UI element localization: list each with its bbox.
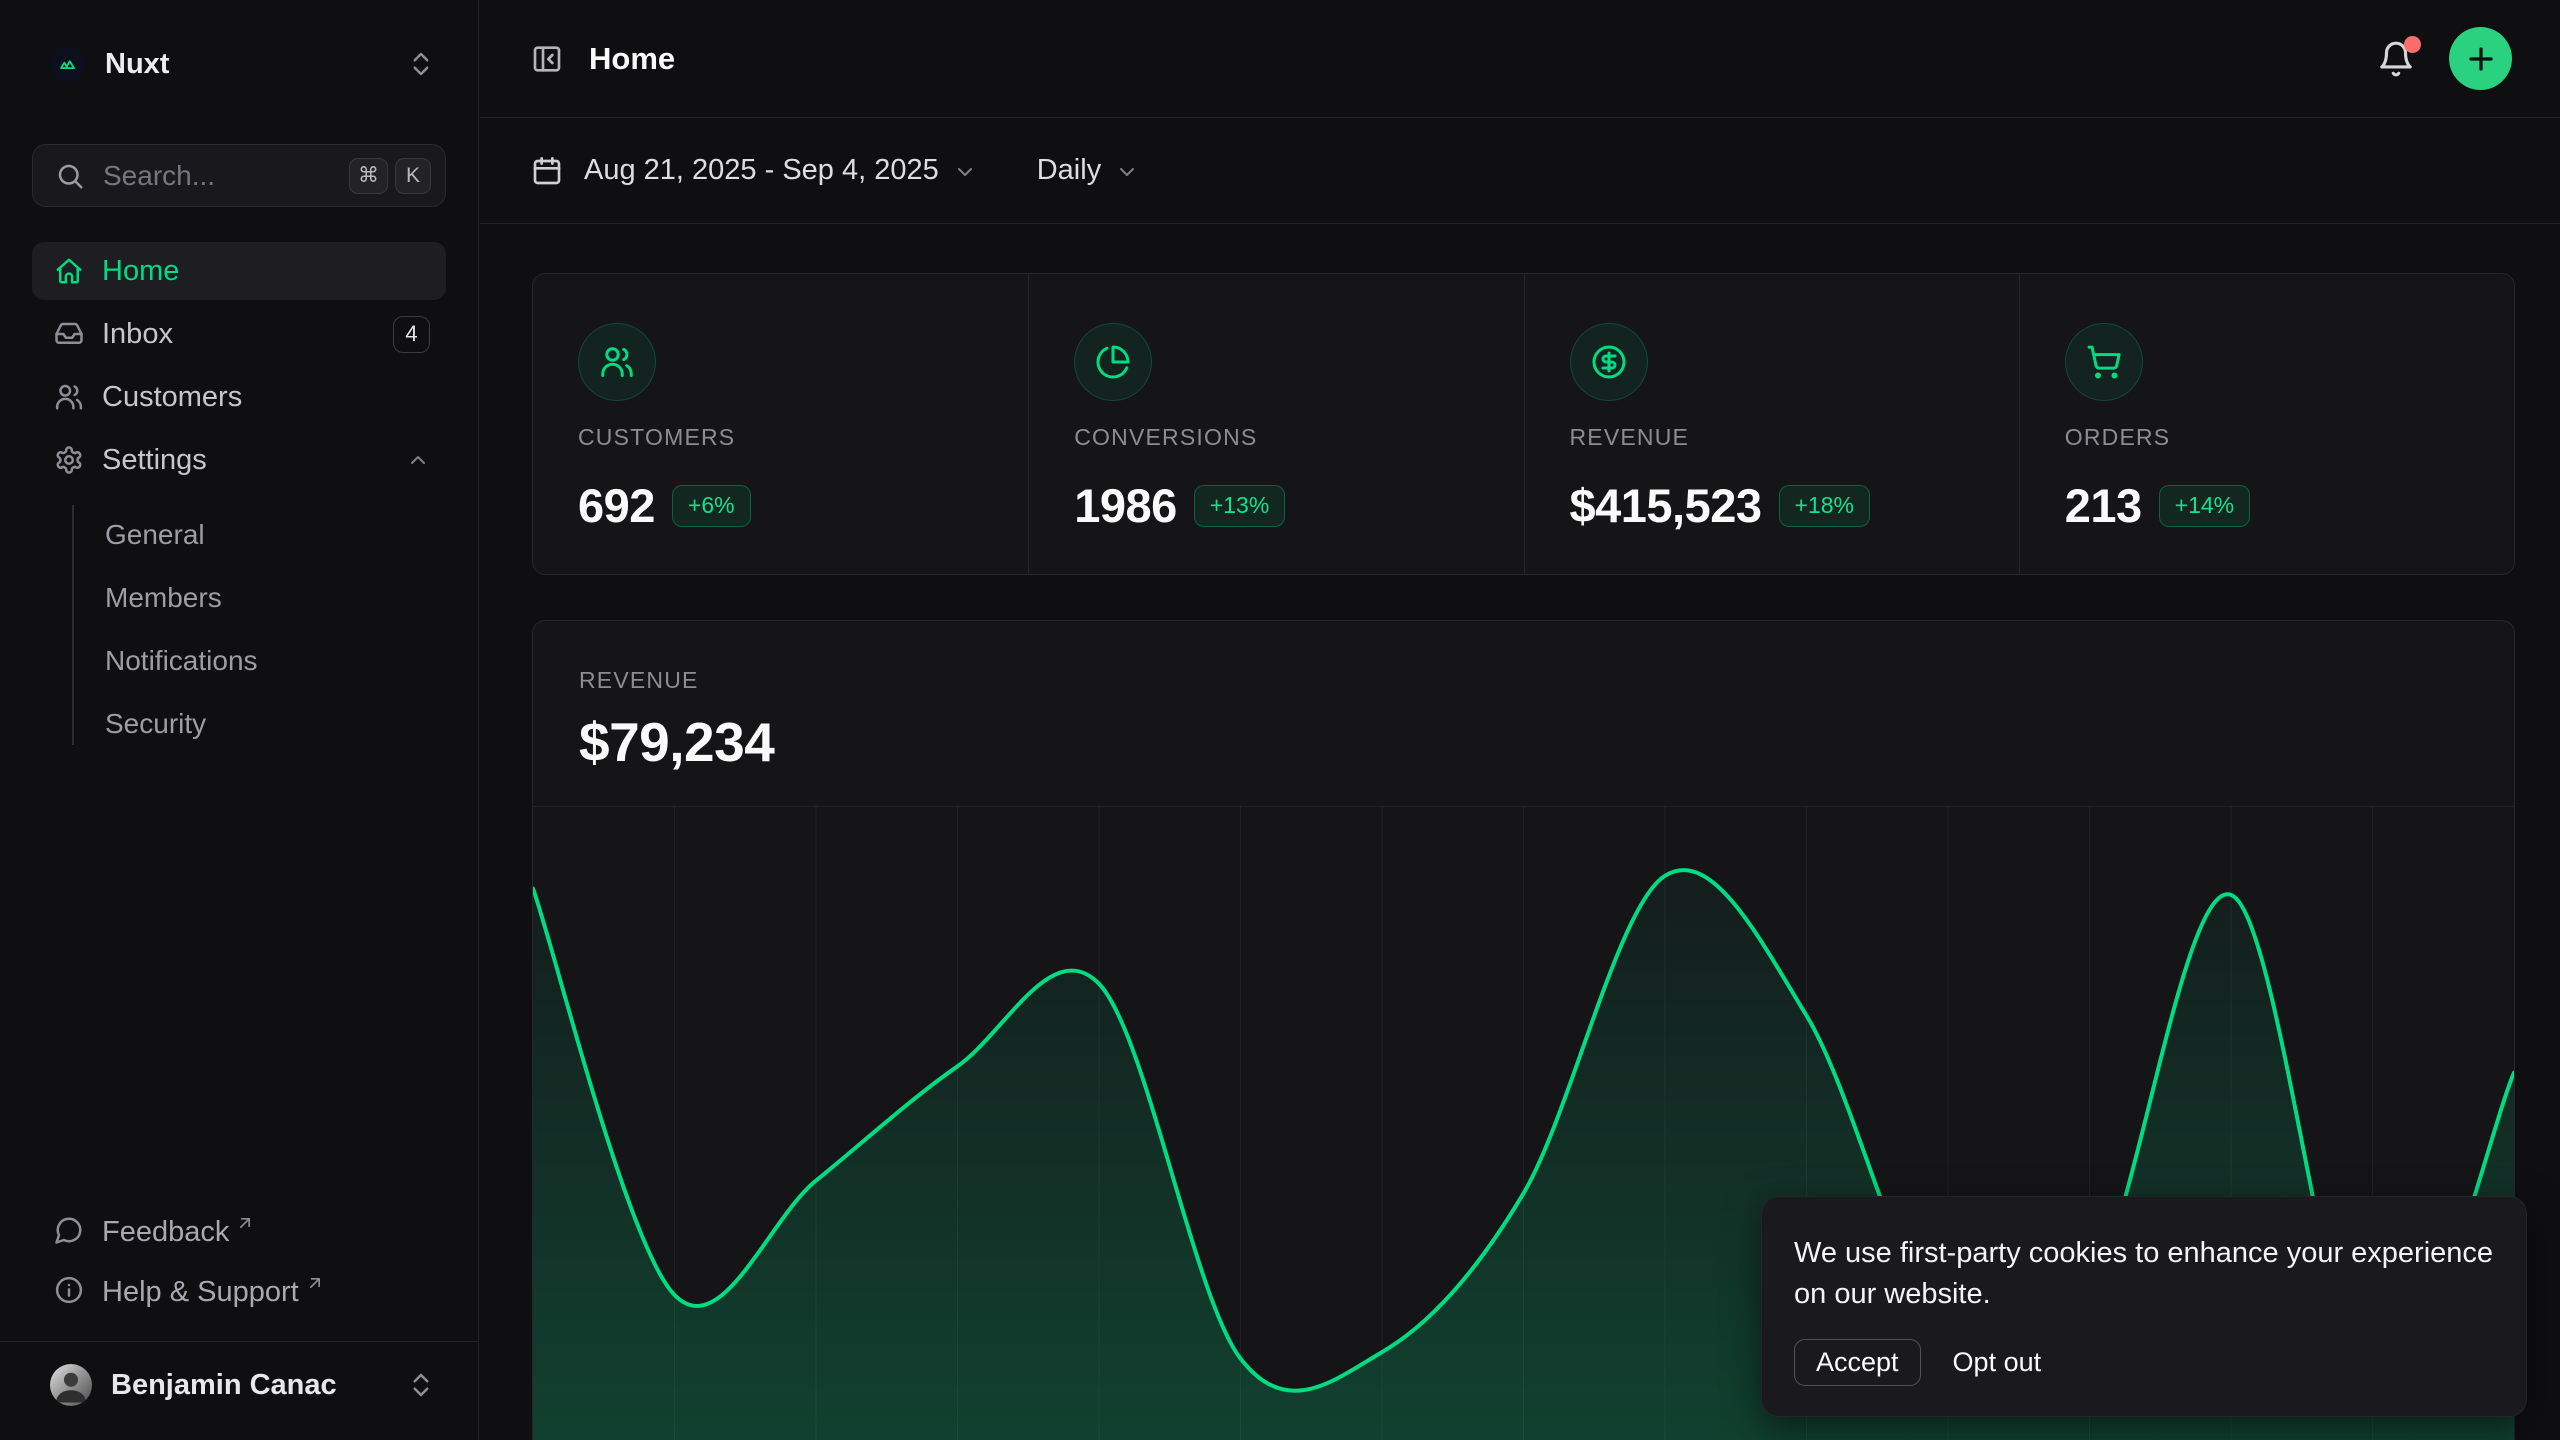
sidebar-collapse-icon[interactable] (531, 43, 563, 75)
chevron-down-icon (939, 157, 977, 184)
cookie-actions: Accept Opt out (1794, 1339, 2494, 1386)
stat-delta-badge: +13% (1194, 485, 1285, 527)
stat-value: 213 (2065, 478, 2142, 533)
workspace-selector[interactable]: Nuxt (32, 44, 446, 84)
plus-icon (2466, 44, 2496, 74)
help-support-link[interactable]: Help & Support (32, 1265, 446, 1325)
chevrons-up-down-icon (406, 1370, 436, 1400)
shopping-cart-icon (2065, 323, 2143, 401)
stat-label: ORDERS (2065, 424, 2514, 451)
kbd-cmd: ⌘ (349, 158, 388, 194)
date-range-label: Aug 21, 2025 - Sep 4, 2025 (584, 154, 939, 187)
user-avatar (50, 1364, 92, 1406)
message-bubble-icon (54, 1215, 84, 1245)
notification-dot (2404, 36, 2421, 53)
sidebar-item-inbox[interactable]: Inbox 4 (32, 305, 446, 363)
date-range-picker[interactable]: Aug 21, 2025 - Sep 4, 2025 (531, 154, 977, 187)
stat-customers: CUSTOMERS 692 +6% (533, 274, 1028, 574)
accept-button[interactable]: Accept (1794, 1339, 1921, 1386)
nuxt-logo-icon (50, 46, 86, 82)
link-label: Help & Support (102, 1275, 299, 1309)
feedback-link[interactable]: Feedback (32, 1205, 446, 1265)
stat-value: $415,523 (1570, 478, 1762, 533)
search-input[interactable] (103, 160, 342, 192)
page-title: Home (589, 41, 675, 77)
inbox-count-badge: 4 (393, 316, 430, 353)
stat-delta-badge: +6% (672, 485, 751, 527)
stat-delta-badge: +14% (2159, 485, 2250, 527)
sidebar-item-security[interactable]: Security (32, 692, 446, 755)
chevron-down-icon (1101, 157, 1139, 184)
calendar-icon (531, 155, 563, 187)
workspace-name: Nuxt (105, 48, 169, 81)
stat-label: REVENUE (1570, 424, 2019, 451)
sidebar-item-notifications[interactable]: Notifications (32, 629, 446, 692)
stat-revenue: REVENUE $415,523 +18% (1524, 274, 2019, 574)
link-label: Feedback (102, 1215, 229, 1249)
sidebar-item-members[interactable]: Members (32, 566, 446, 629)
sidebar-item-general[interactable]: General (32, 503, 446, 566)
search-box[interactable]: ⌘ K (32, 144, 446, 207)
notifications-button[interactable] (2373, 36, 2419, 82)
sidebar: Nuxt ⌘ K Home Inb (0, 0, 479, 1440)
revenue-panel-label: REVENUE (533, 621, 2514, 694)
stat-value: 1986 (1074, 478, 1177, 533)
settings-subnav: General Members Notifications Security (32, 503, 446, 755)
stat-label: CONVERSIONS (1074, 424, 1523, 451)
users-icon (54, 382, 84, 412)
inbox-icon (54, 319, 84, 349)
sidebar-nav: Home Inbox 4 Customers Settings (32, 242, 446, 755)
info-circle-icon (54, 1275, 84, 1305)
top-bar: Home (480, 0, 2560, 118)
add-button[interactable] (2449, 27, 2512, 90)
granularity-label: Daily (1037, 154, 1101, 187)
external-link-icon (235, 1213, 255, 1233)
chevron-up-icon (406, 448, 430, 472)
cookie-banner: We use first-party cookies to enhance yo… (1761, 1196, 2527, 1417)
sidebar-item-settings[interactable]: Settings (32, 431, 446, 489)
filter-bar: Aug 21, 2025 - Sep 4, 2025 Daily (480, 118, 2560, 224)
search-icon (55, 161, 85, 191)
stat-conversions: CONVERSIONS 1986 +13% (1028, 274, 1523, 574)
stat-orders: ORDERS 213 +14% (2019, 274, 2514, 574)
pie-chart-icon (1074, 323, 1152, 401)
sidebar-item-customers[interactable]: Customers (32, 368, 446, 426)
nav-label: Settings (102, 444, 207, 477)
stat-delta-badge: +18% (1779, 485, 1870, 527)
users-icon (578, 323, 656, 401)
chevrons-up-down-icon (406, 49, 436, 79)
sidebar-footer: Feedback Help & Support Benjamin Canac (32, 1205, 446, 1406)
revenue-panel-value: $79,234 (533, 694, 2514, 774)
nav-label: Customers (102, 381, 242, 414)
cookie-message: We use first-party cookies to enhance yo… (1794, 1233, 2494, 1315)
opt-out-button[interactable]: Opt out (1953, 1347, 2042, 1378)
user-menu-button[interactable]: Benjamin Canac (0, 1341, 478, 1406)
dollar-circle-icon (1570, 323, 1648, 401)
external-link-icon (305, 1273, 325, 1293)
user-name: Benjamin Canac (111, 1369, 337, 1402)
stats-card: CUSTOMERS 692 +6% CONVERSIONS 1986 +13% (532, 273, 2515, 575)
nav-label: Inbox (102, 318, 173, 351)
home-icon (54, 256, 84, 286)
sidebar-item-home[interactable]: Home (32, 242, 446, 300)
nav-label: Home (102, 255, 179, 288)
stat-label: CUSTOMERS (578, 424, 1028, 451)
kbd-k: K (395, 158, 431, 194)
granularity-select[interactable]: Daily (1037, 154, 1139, 187)
dashboard-screen: Nuxt ⌘ K Home Inb (0, 0, 2560, 1440)
stat-value: 692 (578, 478, 655, 533)
gear-icon (54, 445, 84, 475)
